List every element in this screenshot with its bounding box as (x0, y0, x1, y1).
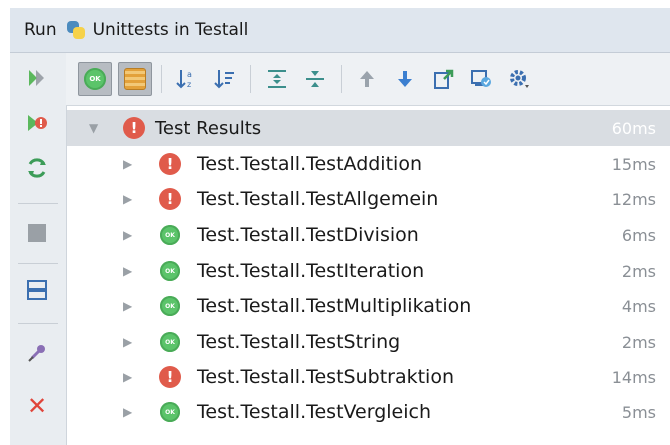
expand-arrow-icon[interactable]: ▶ (123, 228, 132, 242)
error-icon: ! (123, 117, 145, 139)
test-row[interactable]: ▶ ! Test.Testall.TestSubtraktion 14ms (67, 359, 670, 395)
expand-arrow-icon[interactable]: ▶ (123, 405, 132, 419)
passed-icon: OK (160, 296, 180, 316)
config-name: Unittests in Testall (92, 20, 249, 40)
expand-all-icon[interactable] (260, 62, 294, 96)
tree-root-test-results[interactable]: ▼ ! Test Results 60ms (67, 110, 670, 146)
test-name: Test.Testall.TestAddition (197, 153, 422, 175)
ok-icon: OK (84, 68, 106, 90)
test-name: Test.Testall.TestString (197, 331, 401, 353)
test-results-tree: ▼ ! Test Results 60ms ▶ ! Test.Testall.T… (67, 106, 670, 445)
test-results-toolbar: OK az (66, 53, 670, 106)
left-toolbar: ✕ (10, 53, 67, 445)
test-duration: 14ms (611, 367, 656, 387)
next-failed-icon[interactable] (388, 62, 422, 96)
test-row[interactable]: ▶ ! Test.Testall.TestAllgemein 12ms (67, 181, 670, 217)
settings-icon[interactable] (502, 62, 536, 96)
root-duration: 60ms (611, 118, 656, 138)
test-row[interactable]: ▶ OK Test.Testall.TestVergleich 5ms (67, 394, 670, 430)
test-row[interactable]: ▶ OK Test.Testall.TestMultiplikation 4ms (67, 288, 670, 324)
test-row[interactable]: ▶ OK Test.Testall.TestString 2ms (67, 324, 670, 360)
test-name: Test.Testall.TestSubtraktion (197, 366, 454, 388)
test-duration: 15ms (611, 154, 656, 174)
show-ignored-toggle[interactable] (118, 62, 152, 96)
expand-arrow-icon[interactable]: ▶ (123, 157, 132, 171)
test-row[interactable]: ▶ ! Test.Testall.TestAddition 15ms (67, 146, 670, 182)
sort-by-duration-icon[interactable] (208, 62, 242, 96)
test-duration: 2ms (621, 332, 656, 352)
collapse-all-icon[interactable] (298, 62, 332, 96)
show-passed-toggle[interactable]: OK (78, 62, 112, 96)
export-results-icon[interactable] (426, 62, 460, 96)
import-results-icon[interactable] (464, 62, 498, 96)
expand-arrow-icon[interactable]: ▶ (123, 370, 132, 384)
passed-icon: OK (160, 402, 180, 422)
pin-icon[interactable] (22, 338, 52, 368)
test-name: Test.Testall.TestDivision (197, 224, 419, 246)
error-icon: ! (159, 153, 181, 175)
sort-alphabetically-icon[interactable]: az (170, 62, 204, 96)
passed-icon: OK (160, 332, 180, 352)
rerun-icon[interactable] (22, 63, 52, 93)
test-duration: 6ms (621, 225, 656, 245)
test-name: Test.Testall.TestMultiplikation (197, 295, 472, 317)
test-name: Test.Testall.TestAllgemein (197, 188, 439, 210)
previous-failed-icon[interactable] (350, 62, 384, 96)
root-label: Test Results (155, 117, 262, 139)
passed-icon: OK (160, 261, 180, 281)
expand-arrow-icon[interactable]: ▶ (123, 299, 132, 313)
ignored-icon (124, 68, 146, 90)
expand-arrow-icon[interactable]: ▶ (123, 192, 132, 206)
error-icon: ! (159, 366, 181, 388)
svg-text:a: a (187, 70, 192, 79)
passed-icon: OK (160, 225, 180, 245)
svg-text:z: z (187, 80, 191, 89)
test-duration: 4ms (621, 296, 656, 316)
test-duration: 12ms (611, 189, 656, 209)
stop-icon[interactable] (22, 218, 52, 248)
error-icon: ! (159, 188, 181, 210)
test-duration: 5ms (621, 402, 656, 422)
rerun-failed-icon[interactable] (22, 108, 52, 138)
expand-arrow-icon[interactable]: ▶ (123, 264, 132, 278)
collapse-arrow-icon[interactable]: ▼ (89, 121, 98, 135)
run-tool-window-title: Run Unittests in Testall (10, 8, 670, 53)
test-row[interactable]: ▶ OK Test.Testall.TestIteration 2ms (67, 253, 670, 289)
test-row[interactable]: ▶ OK Test.Testall.TestDivision 6ms (67, 217, 670, 253)
test-name: Test.Testall.TestIteration (197, 260, 425, 282)
expand-arrow-icon[interactable]: ▶ (123, 335, 132, 349)
run-label: Run (24, 20, 57, 40)
close-icon[interactable]: ✕ (22, 391, 52, 421)
test-name: Test.Testall.TestVergleich (197, 401, 432, 423)
toggle-auto-test-icon[interactable] (22, 153, 52, 183)
layout-icon[interactable] (22, 275, 52, 305)
python-icon (65, 19, 87, 41)
test-duration: 2ms (621, 261, 656, 281)
